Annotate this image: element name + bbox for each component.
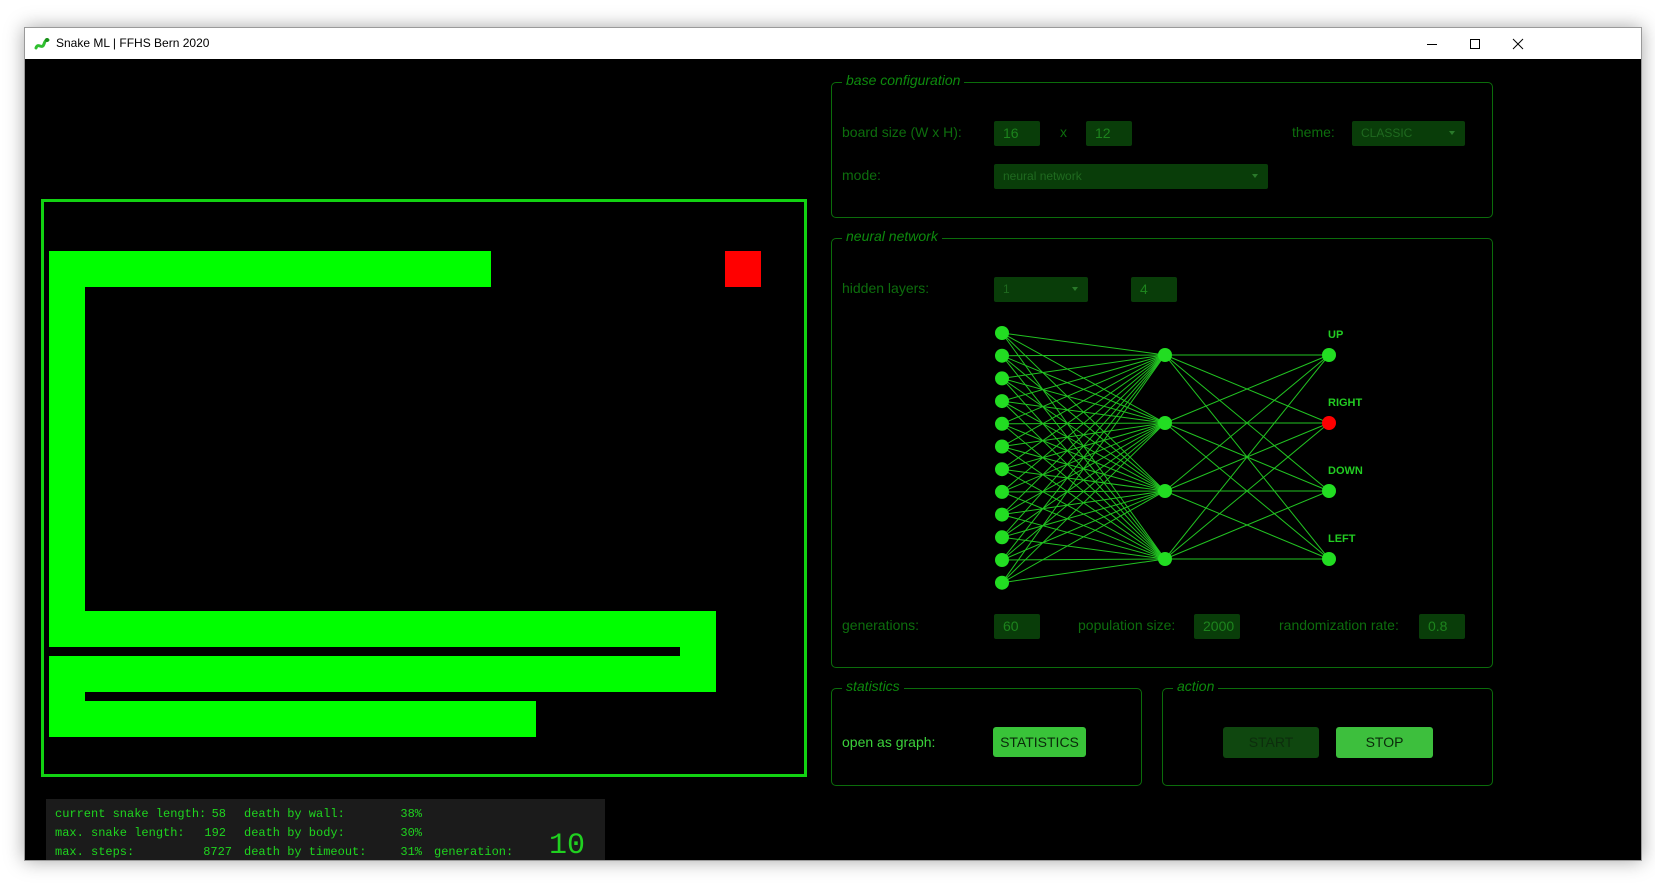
action-legend: action (1173, 678, 1219, 694)
maximize-button[interactable] (1452, 28, 1498, 59)
population-size-label: population size: (1078, 617, 1176, 633)
game-stats-panel: current snake length: max. snake length:… (46, 799, 605, 861)
population-size-input[interactable]: 2000 (1194, 614, 1240, 639)
generations-input[interactable]: 60 (994, 614, 1040, 639)
statistics-legend: statistics (842, 678, 904, 694)
output-neuron-left (1322, 552, 1336, 566)
snake-segment (49, 611, 716, 647)
network-diagram: UP RIGHT DOWN LEFT (995, 326, 1363, 590)
generations-label: generations: (842, 617, 920, 633)
input-hidden-connection (1001, 354, 1166, 357)
max-length-value: 192 (204, 826, 226, 840)
output-neuron-right (1322, 416, 1336, 430)
app-window: Snake ML | FFHS Bern 2020 current snake … (24, 27, 1642, 861)
close-icon (1512, 38, 1524, 49)
input-hidden-connection (1001, 490, 1166, 538)
input-neuron (995, 507, 1009, 522)
stop-button[interactable]: STOP (1336, 727, 1433, 758)
death-body-label: death by body: (244, 826, 345, 840)
input-hidden-connection (1001, 490, 1166, 584)
max-steps-value: 8727 (203, 845, 232, 859)
input-neuron (995, 484, 1009, 499)
output-label-up: UP (1328, 329, 1343, 341)
death-body-value: 30% (400, 826, 422, 840)
base-configuration-legend: base configuration (842, 72, 965, 88)
hidden-neuron (1158, 416, 1172, 430)
action-group: action START STOP (1162, 678, 1493, 786)
board-height-input[interactable]: 12 (1086, 121, 1132, 146)
statistics-button[interactable]: STATISTICS (993, 727, 1086, 757)
input-neuron (995, 575, 1009, 590)
maximize-icon (1470, 38, 1480, 49)
chevron-down-icon (1252, 174, 1258, 178)
base-configuration-group: base configuration board size (W x H): 1… (831, 72, 1493, 218)
minimize-button[interactable] (1409, 28, 1455, 59)
max-steps-label: max. steps: (55, 845, 135, 859)
input-hidden-connection (1001, 332, 1166, 356)
minimize-icon (1427, 43, 1437, 45)
input-neuron (995, 371, 1009, 386)
snake-segment (49, 251, 491, 287)
input-neuron (995, 394, 1009, 409)
close-button[interactable] (1495, 28, 1541, 59)
snake-segment (49, 251, 85, 647)
mode-select-value: neural network (1003, 169, 1082, 183)
open-as-graph-label: open as graph: (842, 734, 936, 750)
randomization-rate-input[interactable]: 0.8 (1419, 614, 1465, 639)
neural-network-group: neural network hidden layers: 1 4 UP RIGH… (831, 228, 1493, 668)
input-neuron (995, 439, 1009, 454)
input-neuron (995, 348, 1009, 363)
output-label-right: RIGHT (1328, 397, 1363, 409)
theme-select-value: CLASSIC (1361, 126, 1413, 140)
current-length-value: 58 (211, 807, 226, 821)
snake-segment (49, 701, 536, 737)
app-snake-icon (34, 38, 50, 50)
input-hidden-connection (1001, 354, 1166, 470)
hidden-neuron (1158, 552, 1172, 566)
input-hidden-connection (1001, 422, 1166, 538)
death-wall-label: death by wall: (244, 807, 345, 821)
input-neuron (995, 462, 1009, 477)
output-neuron-up (1322, 348, 1336, 362)
game-board (41, 199, 807, 777)
hidden-neuron (1158, 484, 1172, 498)
max-length-label: max. snake length: (55, 826, 185, 840)
main-content: current snake length: max. snake length:… (25, 59, 1641, 860)
start-button[interactable]: START (1223, 727, 1319, 758)
input-neuron (995, 326, 1009, 340)
board-size-times: x (1060, 124, 1067, 140)
statistics-group: statistics open as graph: STATISTICS (831, 678, 1142, 786)
input-hidden-connection (1001, 354, 1166, 402)
theme-label: theme: (1292, 124, 1335, 140)
board-width-input[interactable]: 16 (994, 121, 1040, 146)
chevron-down-icon (1449, 131, 1455, 135)
theme-select[interactable]: CLASSIC (1352, 121, 1465, 146)
output-label-down: DOWN (1328, 465, 1363, 477)
generation-label: generation: (434, 845, 514, 859)
death-timeout-value: 31% (400, 845, 422, 859)
input-hidden-connection (1001, 354, 1166, 447)
input-neuron (995, 416, 1009, 431)
generation-value: 10 (549, 829, 586, 861)
input-hidden-connection (1001, 558, 1166, 584)
death-timeout-label: death by timeout: (244, 845, 367, 859)
hidden-neuron (1158, 348, 1172, 362)
input-neuron (995, 530, 1009, 545)
output-label-left: LEFT (1328, 533, 1356, 545)
snake-segment (49, 656, 716, 692)
output-neuron-down (1322, 484, 1336, 498)
food-apple (725, 251, 761, 287)
title-bar: Snake ML | FFHS Bern 2020 (25, 28, 1641, 59)
mode-select[interactable]: neural network (994, 164, 1268, 189)
death-wall-value: 38% (400, 807, 422, 821)
current-length-label: current snake length: (55, 807, 207, 821)
input-neuron (995, 553, 1009, 567)
mode-label: mode: (842, 167, 881, 183)
input-hidden-connection (1001, 354, 1166, 538)
board-size-label: board size (W x H): (842, 124, 962, 140)
randomization-rate-label: randomization rate: (1279, 617, 1399, 633)
window-title: Snake ML | FFHS Bern 2020 (56, 36, 210, 50)
